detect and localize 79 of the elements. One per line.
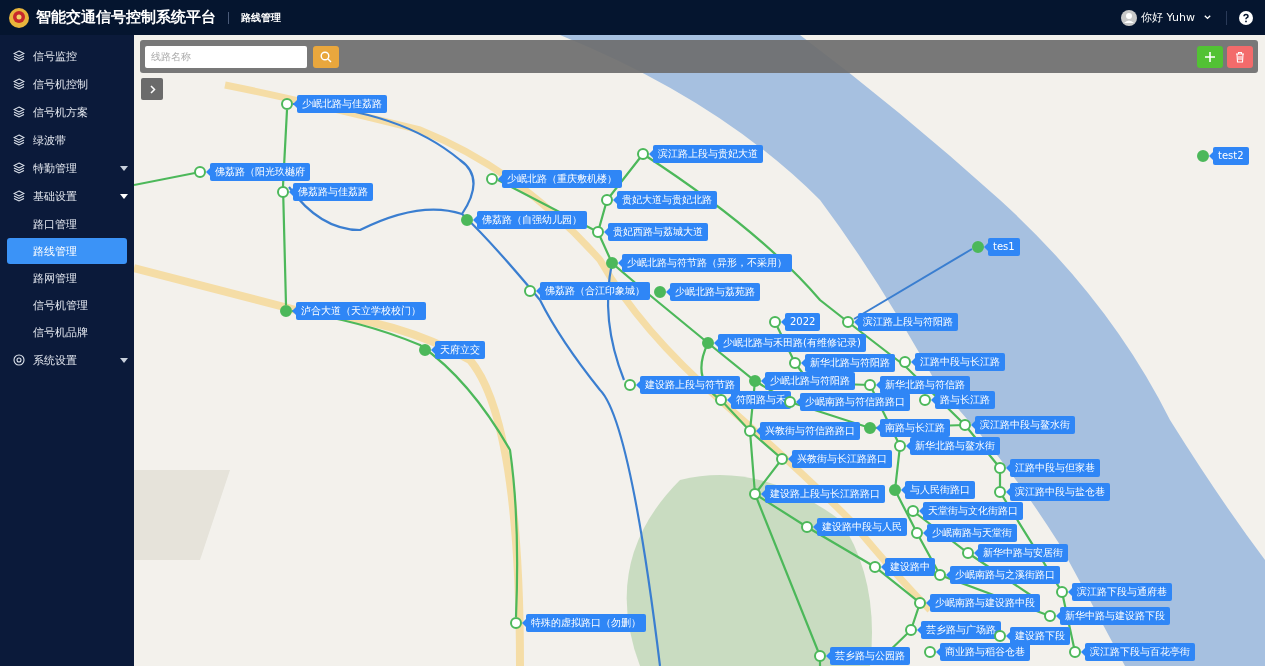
layers-icon <box>13 134 25 146</box>
plus-icon <box>1204 50 1216 63</box>
marker-dot[interactable] <box>869 561 881 573</box>
marker-dot[interactable] <box>864 379 876 391</box>
marker-dot[interactable] <box>524 285 536 297</box>
search-icon <box>320 50 332 63</box>
menu-item[interactable]: 信号机方案 <box>0 98 134 126</box>
badge-logo-icon <box>8 6 30 29</box>
menu-item[interactable]: 基础设置 <box>0 182 134 210</box>
marker-dot[interactable] <box>919 394 931 406</box>
marker-dot[interactable] <box>419 344 431 356</box>
delete-button[interactable] <box>1227 45 1253 68</box>
marker-dot[interactable] <box>654 286 666 298</box>
chevron-right-icon <box>147 84 157 94</box>
marker-dot[interactable] <box>1056 586 1068 598</box>
layers-icon <box>13 78 25 90</box>
marker-dot[interactable] <box>907 505 919 517</box>
submenu-item[interactable]: 路口管理 <box>7 211 127 237</box>
marker-dot[interactable] <box>934 569 946 581</box>
app-title: 智能交通信号控制系统平台 <box>36 8 216 27</box>
submenu-item[interactable]: 信号机管理 <box>7 292 127 318</box>
marker-dot[interactable] <box>769 316 781 328</box>
marker-dot[interactable] <box>1044 610 1056 622</box>
trash-icon <box>1234 50 1246 63</box>
marker-dot[interactable] <box>842 316 854 328</box>
marker-dot[interactable] <box>894 440 906 452</box>
marker-dot[interactable] <box>624 379 636 391</box>
marker-dot[interactable] <box>702 337 714 349</box>
marker-dot[interactable] <box>899 356 911 368</box>
page-title: 路线管理 <box>241 10 281 25</box>
marker-dot[interactable] <box>962 547 974 559</box>
marker-dot[interactable] <box>959 419 971 431</box>
marker-dot[interactable] <box>749 375 761 387</box>
marker-dot[interactable] <box>486 173 498 185</box>
marker-dot[interactable] <box>1197 150 1209 162</box>
menu-item[interactable]: 信号监控 <box>0 42 134 70</box>
marker-dot[interactable] <box>864 422 876 434</box>
marker-dot[interactable] <box>510 617 522 629</box>
marker-dot[interactable] <box>889 484 901 496</box>
marker-dot[interactable] <box>914 597 926 609</box>
menu-item[interactable]: 系统设置 <box>0 346 134 374</box>
marker-dot[interactable] <box>277 186 289 198</box>
add-button[interactable] <box>1197 45 1223 68</box>
marker-dot[interactable] <box>194 166 206 178</box>
submenu-item[interactable]: 路线管理 <box>7 238 127 264</box>
menu-item[interactable]: 信号机控制 <box>0 70 134 98</box>
marker-dot[interactable] <box>994 462 1006 474</box>
menu-item[interactable]: 特勤管理 <box>0 154 134 182</box>
marker-dot[interactable] <box>1069 646 1081 658</box>
marker-dot[interactable] <box>905 624 917 636</box>
settings-icon <box>13 354 25 366</box>
marker-dot[interactable] <box>461 214 473 226</box>
marker-dot[interactable] <box>994 630 1006 642</box>
layers-icon <box>13 50 25 62</box>
marker-dot[interactable] <box>637 148 649 160</box>
marker-dot[interactable] <box>784 396 796 408</box>
user-menu[interactable]: 你好 Yuhw <box>1119 9 1214 26</box>
marker-dot[interactable] <box>606 257 618 269</box>
help-icon[interactable] <box>1239 10 1253 25</box>
search-field[interactable]: 线路名称 <box>145 45 307 68</box>
chevron-down-icon <box>1203 13 1212 22</box>
search-button[interactable] <box>313 45 339 68</box>
marker-dot[interactable] <box>994 486 1006 498</box>
expand-panel-button[interactable] <box>141 78 163 100</box>
layers-icon <box>13 106 25 118</box>
marker-dot[interactable] <box>924 646 936 658</box>
marker-dot[interactable] <box>592 226 604 238</box>
layers-icon <box>13 190 25 202</box>
menu-item[interactable]: 绿波带 <box>0 126 134 154</box>
submenu-item[interactable]: 信号机品牌 <box>7 319 127 345</box>
layers-icon <box>13 162 25 174</box>
marker-dot[interactable] <box>911 527 923 539</box>
marker-dot[interactable] <box>715 394 727 406</box>
marker-dot[interactable] <box>744 425 756 437</box>
submenu-item[interactable]: 路网管理 <box>7 265 127 291</box>
marker-dot[interactable] <box>789 357 801 369</box>
marker-dot[interactable] <box>601 194 613 206</box>
marker-dot[interactable] <box>776 453 788 465</box>
avatar-icon <box>1121 9 1138 26</box>
